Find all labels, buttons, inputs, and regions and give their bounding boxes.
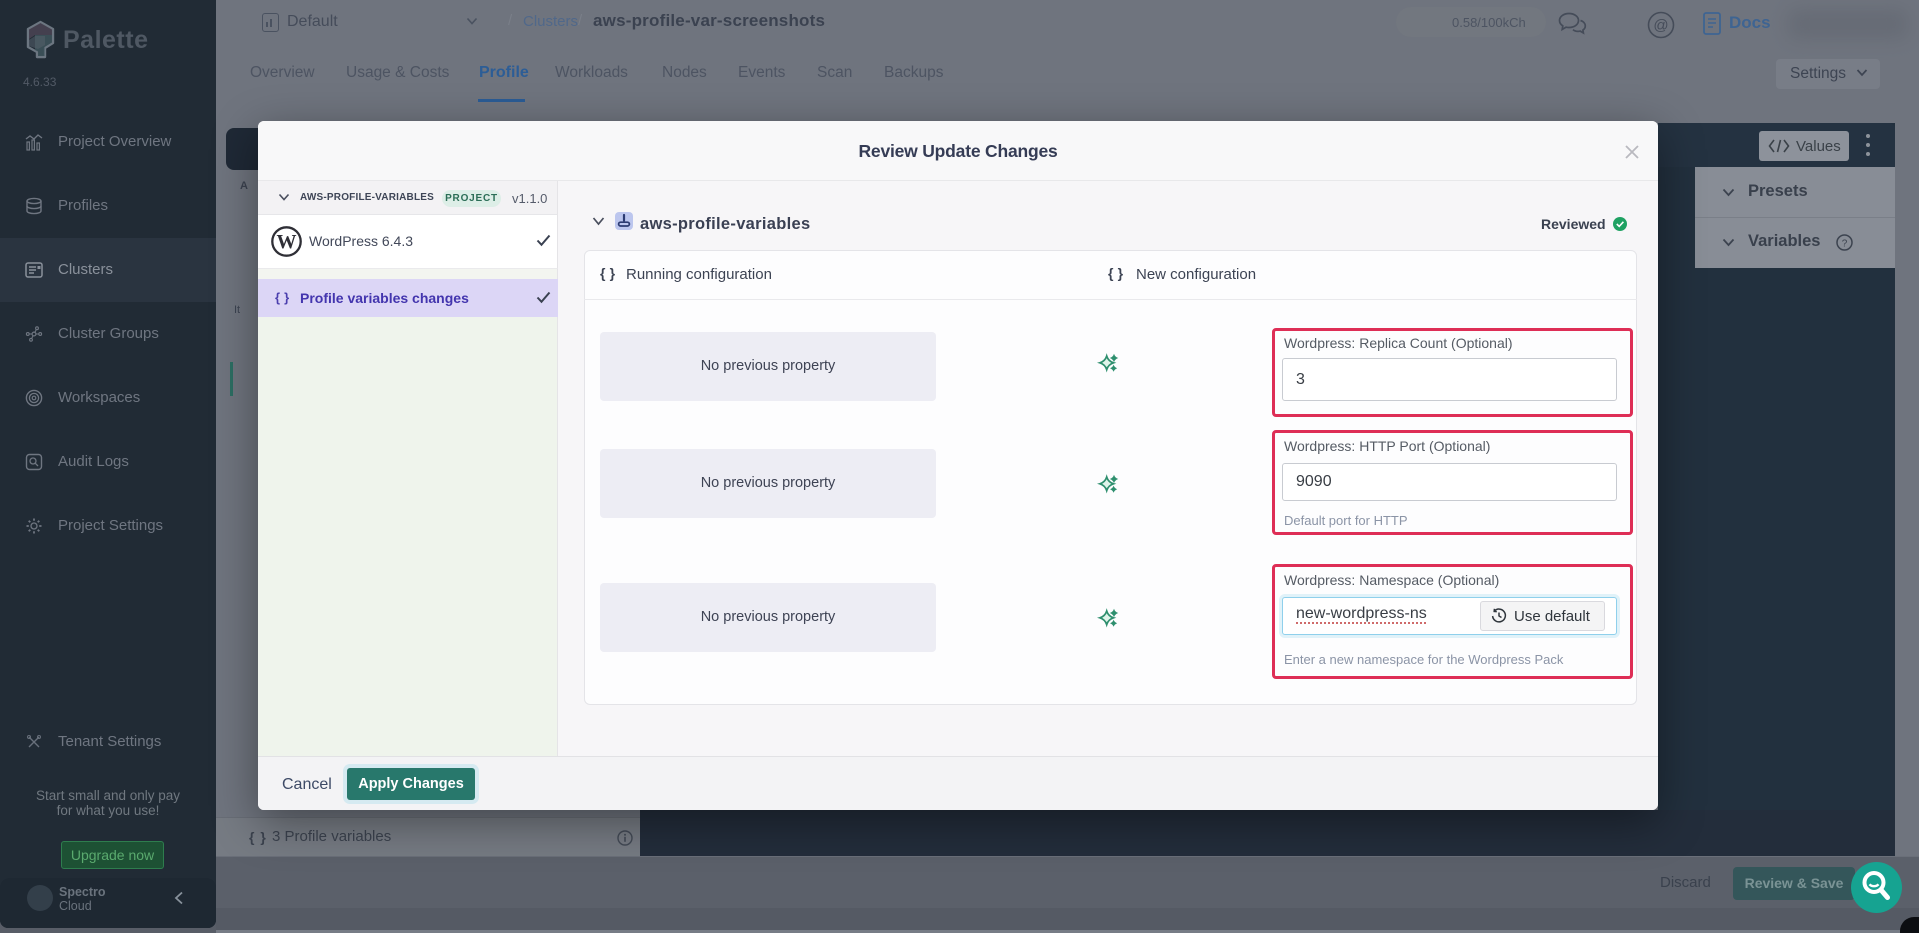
svg-text:W: W: [277, 231, 297, 253]
svg-text:@: @: [1653, 17, 1668, 34]
svg-text:?: ?: [1842, 239, 1848, 250]
